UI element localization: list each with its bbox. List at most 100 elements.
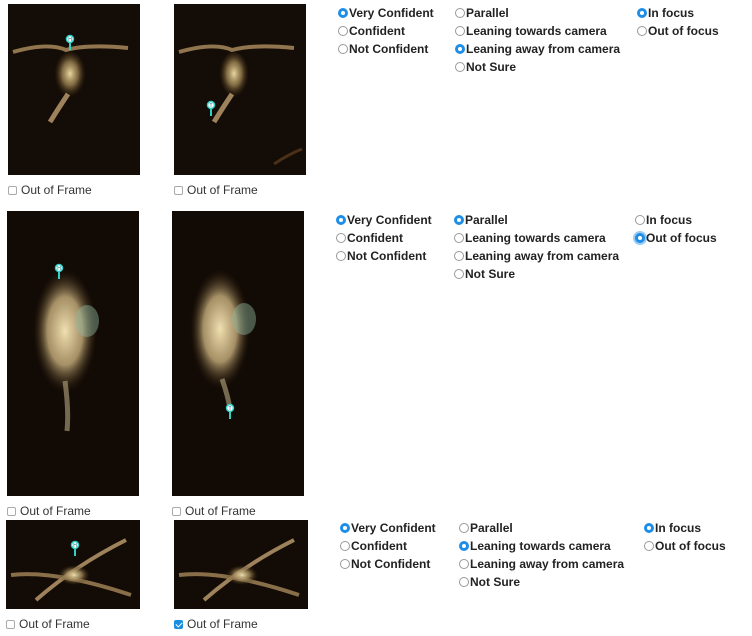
radio-unselected-icon[interactable] bbox=[338, 44, 348, 54]
radio-unselected-icon[interactable] bbox=[338, 26, 348, 36]
checkbox-box[interactable] bbox=[7, 506, 16, 516]
radio-label: Confident bbox=[349, 24, 405, 38]
out-of-frame-checkbox-left[interactable]: Out of Frame bbox=[6, 617, 90, 631]
radio-selected-icon[interactable] bbox=[455, 44, 465, 54]
radio-selected-icon[interactable] bbox=[340, 523, 350, 533]
radio-selected-icon[interactable] bbox=[644, 523, 654, 533]
confidence-radio-option[interactable]: Confident bbox=[338, 24, 405, 38]
radio-unselected-icon[interactable] bbox=[454, 269, 464, 279]
svg-text:H: H bbox=[73, 543, 77, 549]
radio-selected-icon[interactable] bbox=[637, 8, 647, 18]
orientation-radio-option[interactable]: Parallel bbox=[455, 6, 509, 20]
radio-label: Leaning towards camera bbox=[465, 231, 606, 245]
orientation-radio-option[interactable]: Leaning towards camera bbox=[454, 231, 606, 245]
radio-unselected-icon[interactable] bbox=[455, 62, 465, 72]
radio-unselected-icon[interactable] bbox=[336, 233, 346, 243]
orientation-radio-option[interactable]: Leaning towards camera bbox=[459, 539, 611, 553]
radio-unselected-icon[interactable] bbox=[455, 26, 465, 36]
cell-image-left[interactable]: H bbox=[6, 520, 140, 609]
checkbox-label: Out of Frame bbox=[187, 617, 258, 631]
radio-label: Very Confident bbox=[347, 213, 432, 227]
cell-image-right[interactable] bbox=[174, 520, 308, 609]
radio-label: Leaning away from camera bbox=[465, 249, 620, 263]
radio-label: Leaning towards camera bbox=[466, 24, 607, 38]
radio-label: Parallel bbox=[465, 213, 508, 227]
radio-label: Parallel bbox=[466, 6, 509, 20]
focus-radio-option[interactable]: In focus bbox=[637, 6, 694, 20]
focus-radio-option[interactable]: In focus bbox=[644, 521, 701, 535]
confidence-radio-option[interactable]: Confident bbox=[336, 231, 403, 245]
radio-label: Not Sure bbox=[466, 60, 517, 74]
checkbox-box[interactable] bbox=[6, 619, 15, 629]
checkbox-box[interactable] bbox=[8, 185, 17, 195]
radio-label: In focus bbox=[648, 6, 695, 20]
radio-unselected-icon[interactable] bbox=[454, 251, 464, 261]
radio-label: Out of focus bbox=[655, 539, 726, 553]
radio-unselected-icon[interactable] bbox=[340, 559, 350, 569]
cell-micrograph: H bbox=[8, 4, 140, 175]
checkbox-label: Out of Frame bbox=[19, 617, 90, 631]
cell-micrograph bbox=[174, 520, 308, 609]
out-of-frame-checkbox-right[interactable]: Out of Frame bbox=[172, 504, 256, 518]
confidence-radio-option[interactable]: Not Confident bbox=[336, 249, 426, 263]
cell-micrograph: H bbox=[7, 211, 139, 496]
orientation-radio-option[interactable]: Leaning away from camera bbox=[454, 249, 619, 263]
orientation-radio-option[interactable]: Leaning away from camera bbox=[459, 557, 624, 571]
radio-unselected-icon[interactable] bbox=[644, 541, 654, 551]
radio-label: Not Confident bbox=[347, 249, 427, 263]
radio-label: Not Confident bbox=[351, 557, 431, 571]
out-of-frame-checkbox-left[interactable]: Out of Frame bbox=[8, 183, 92, 197]
focus-radio-option[interactable]: Out of focus bbox=[644, 539, 726, 553]
radio-selected-icon[interactable] bbox=[635, 233, 645, 243]
confidence-radio-option[interactable]: Very Confident bbox=[338, 6, 434, 20]
orientation-radio-option[interactable]: Parallel bbox=[459, 521, 513, 535]
radio-label: Not Sure bbox=[470, 575, 521, 589]
orientation-radio-option[interactable]: Not Sure bbox=[455, 60, 516, 74]
radio-unselected-icon[interactable] bbox=[637, 26, 647, 36]
svg-text:T: T bbox=[228, 406, 231, 412]
focus-radio-option[interactable]: Out of focus bbox=[637, 24, 719, 38]
checkbox-label: Out of Frame bbox=[187, 183, 258, 197]
radio-label: In focus bbox=[646, 213, 693, 227]
radio-unselected-icon[interactable] bbox=[454, 233, 464, 243]
confidence-radio-option[interactable]: Very Confident bbox=[340, 521, 436, 535]
radio-label: Confident bbox=[347, 231, 403, 245]
cell-image-left[interactable]: H bbox=[8, 4, 140, 175]
radio-label: Very Confident bbox=[349, 6, 434, 20]
radio-unselected-icon[interactable] bbox=[635, 215, 645, 225]
orientation-radio-option[interactable]: Not Sure bbox=[454, 267, 515, 281]
out-of-frame-checkbox-right[interactable]: Out of Frame bbox=[174, 617, 258, 631]
orientation-radio-option[interactable]: Leaning towards camera bbox=[455, 24, 607, 38]
checkbox-box[interactable] bbox=[172, 506, 181, 516]
focus-radio-option[interactable]: Out of focus bbox=[635, 231, 717, 245]
out-of-frame-checkbox-right[interactable]: Out of Frame bbox=[174, 183, 258, 197]
radio-selected-icon[interactable] bbox=[459, 541, 469, 551]
checkbox-box[interactable] bbox=[174, 185, 183, 195]
radio-unselected-icon[interactable] bbox=[459, 577, 469, 587]
radio-selected-icon[interactable] bbox=[454, 215, 464, 225]
orientation-radio-option[interactable]: Not Sure bbox=[459, 575, 520, 589]
confidence-radio-option[interactable]: Confident bbox=[340, 539, 407, 553]
out-of-frame-checkbox-left[interactable]: Out of Frame bbox=[7, 504, 91, 518]
orientation-radio-option[interactable]: Leaning away from camera bbox=[455, 42, 620, 56]
confidence-radio-option[interactable]: Very Confident bbox=[336, 213, 432, 227]
radio-unselected-icon[interactable] bbox=[455, 8, 465, 18]
radio-selected-icon[interactable] bbox=[338, 8, 348, 18]
confidence-radio-option[interactable]: Not Confident bbox=[340, 557, 430, 571]
cell-image-right[interactable]: T bbox=[174, 4, 306, 175]
radio-unselected-icon[interactable] bbox=[459, 523, 469, 533]
checkbox-label: Out of Frame bbox=[21, 183, 92, 197]
radio-unselected-icon[interactable] bbox=[336, 251, 346, 261]
radio-label: Leaning towards camera bbox=[470, 539, 611, 553]
radio-unselected-icon[interactable] bbox=[340, 541, 350, 551]
cell-image-left[interactable]: H bbox=[7, 211, 139, 496]
radio-label: Leaning away from camera bbox=[466, 42, 621, 56]
orientation-radio-option[interactable]: Parallel bbox=[454, 213, 508, 227]
confidence-radio-option[interactable]: Not Confident bbox=[338, 42, 428, 56]
cell-image-right[interactable]: T bbox=[172, 211, 304, 496]
focus-radio-option[interactable]: In focus bbox=[635, 213, 692, 227]
checkbox-box-checked[interactable] bbox=[174, 619, 183, 629]
radio-unselected-icon[interactable] bbox=[459, 559, 469, 569]
svg-text:H: H bbox=[68, 37, 72, 43]
radio-selected-icon[interactable] bbox=[336, 215, 346, 225]
